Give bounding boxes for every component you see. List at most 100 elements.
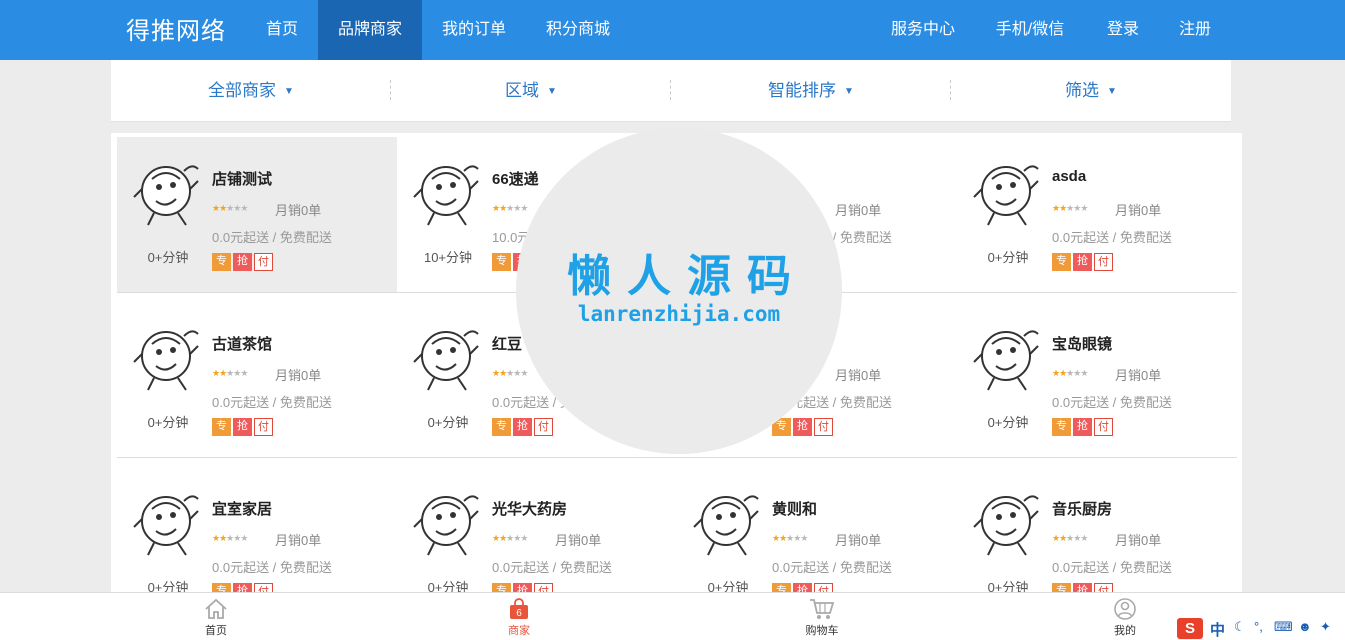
star-rating: ★★★★★ [1052,533,1088,544]
monthly-sales: 月销0单 [835,368,882,383]
shop-name[interactable]: 光华大药房 [492,498,567,519]
ime-mode-toggle[interactable]: 中 [1210,619,1225,640]
shop-logo-image [973,495,1039,556]
promo-tags: 专抢付 [1052,253,1115,271]
filter-all-merchants[interactable]: 全部商家 ▼ [111,60,391,122]
star-rating: ★★★★★ [1052,203,1088,214]
user-icon[interactable]: ☻ [1298,619,1312,634]
monthly-sales: 月销0单 [835,203,882,218]
delivery-time: 0+分钟 [427,580,469,593]
nav-mobile-wechat[interactable]: 手机/微信 [980,0,1080,60]
star-rating: ★★★★★ [212,203,248,214]
tab-label: 我的 [1114,625,1136,637]
watermark-text: 懒人源码 [567,252,807,301]
sogou-logo[interactable]: S [1177,618,1203,639]
tab-label: 商家 [508,625,530,637]
filter-smart-sort[interactable]: 智能排序 ▼ [671,60,951,122]
filter-label: 筛选 [1065,81,1100,100]
filter-screen[interactable]: 筛选 ▼ [951,60,1231,122]
nav-points-mall[interactable]: 积分商城 [526,0,630,60]
tag-flash-sale: 抢 [793,418,812,436]
tab-merchants[interactable]: 6 商家 [479,593,559,640]
tag-exclusive: 专 [1052,253,1071,271]
shop-bag-icon: 6 [510,598,528,619]
shop-name[interactable]: 红豆 [492,333,522,354]
delivery-time: 0+分钟 [147,250,189,265]
tag-flash-sale: 抢 [233,418,252,436]
star-icon: ★ [240,368,248,378]
shop-logo-image [413,165,479,226]
delivery-time: 0+分钟 [147,580,189,593]
promo-tags: 专抢付 [212,418,275,436]
delivery-fees: 0.0元起送 / 免费配送 [772,560,892,575]
nav-home[interactable]: 首页 [246,0,318,60]
delivery-time: 0+分钟 [427,415,469,430]
shop-name[interactable]: 宝岛眼镜 [1052,333,1112,354]
shop-name[interactable]: 黄则和 [772,498,817,519]
nav-my-orders[interactable]: 我的订单 [422,0,526,60]
shop-logo-image [413,495,479,556]
tab-label: 购物车 [805,625,839,637]
star-rating: ★★★★★ [492,533,528,544]
star-icon: ★ [520,533,528,543]
shop-card[interactable]: 0+分钟 店铺测试 ★★★★★ 月销0单 0.0元起送 / 免费配送专抢付 [117,137,397,292]
shop-logo-image [693,495,759,556]
filter-label: 全部商家 [208,81,277,100]
filter-label: 智能排序 [768,81,837,100]
filter-region[interactable]: 区域 ▼ [391,60,671,122]
shop-name[interactable]: asda [1052,168,1086,185]
shop-card[interactable]: 0+分钟 宜室家居 ★★★★★ 月销0单 0.0元起送 / 免费配送专抢付 [117,467,397,593]
cart-badge-count: 6 [516,608,522,619]
shop-card[interactable]: 0+分钟 宝岛眼镜 ★★★★★ 月销0单 0.0元起送 / 免费配送专抢付 [957,302,1237,457]
site-logo[interactable]: 得推网络 [126,11,226,46]
shop-name[interactable]: 店铺测试 [212,168,272,189]
tag-flash-sale: 抢 [1073,253,1092,271]
tag-flash-sale: 抢 [233,253,252,271]
delivery-fees: 0.0元起送 / 免费配送 [212,230,332,245]
caret-down-icon: ▼ [844,86,854,97]
moon-icon[interactable]: ☾ [1234,619,1246,635]
delivery-time: 10+分钟 [423,250,473,265]
punctuation-icon[interactable]: °, [1254,619,1263,634]
shop-card[interactable]: 0+分钟 光华大药房 ★★★★★ 月销0单 0.0元起送 / 免费配送专抢付 [397,467,677,593]
shop-card[interactable]: 0+分钟 音乐厨房 ★★★★★ 月销0单 0.0元起送 / 免费配送专抢付 [957,467,1237,593]
shop-card[interactable]: 0+分钟 asda ★★★★★ 月销0单 0.0元起送 / 免费配送专抢付 [957,137,1237,292]
delivery-time: 0+分钟 [987,580,1029,593]
watermark-badge: 懒人源码 lanrenzhijia.com [516,128,842,454]
tab-mine[interactable]: 我的 [1085,593,1165,640]
nav-service-center[interactable]: 服务中心 [874,0,972,60]
caret-down-icon: ▼ [1107,86,1117,97]
star-icon: ★ [800,533,808,543]
monthly-sales: 月销0单 [835,533,882,548]
tag-exclusive: 专 [212,418,231,436]
tab-cart[interactable]: 购物车 [782,593,862,640]
star-rating: ★★★★★ [492,203,528,214]
shop-card[interactable]: 0+分钟 古道茶馆 ★★★★★ 月销0单 0.0元起送 / 免费配送专抢付 [117,302,397,457]
shop-logo-image [413,330,479,391]
tag-online-pay: 付 [1094,253,1113,271]
shop-card[interactable]: 0+分钟 黄则和 ★★★★★ 月销0单 0.0元起送 / 免费配送专抢付 [677,467,957,593]
promo-tags: 专抢付 [492,418,555,436]
nav-register[interactable]: 注册 [1164,0,1226,60]
nav-brand-merchants[interactable]: 品牌商家 [318,0,422,60]
tag-exclusive: 专 [492,253,511,271]
tab-home[interactable]: 首页 [176,593,256,640]
shop-name[interactable]: 古道茶馆 [212,333,272,354]
shop-logo-image [133,330,199,391]
monthly-sales: 月销0单 [1115,368,1162,383]
skin-icon[interactable]: ✦ [1320,619,1331,635]
caret-down-icon: ▼ [284,86,294,97]
delivery-fees: 0.0元起送 / 免费配送 [1052,395,1172,410]
keyboard-icon[interactable]: ⌨ [1274,619,1293,635]
tab-label: 首页 [205,625,227,637]
shop-name[interactable]: 音乐厨房 [1052,498,1112,519]
nav-login[interactable]: 登录 [1090,0,1156,60]
row-divider [117,457,1237,458]
star-icon: ★ [1080,368,1088,378]
tag-online-pay: 付 [254,253,273,271]
shop-name[interactable]: 66速递 [492,168,539,189]
shop-name[interactable]: 宜室家居 [212,498,272,519]
tag-flash-sale: 抢 [1073,418,1092,436]
tag-online-pay: 付 [534,418,553,436]
bottom-tab-bar: 首页 6 商家 购物车 我的 [0,592,1345,640]
